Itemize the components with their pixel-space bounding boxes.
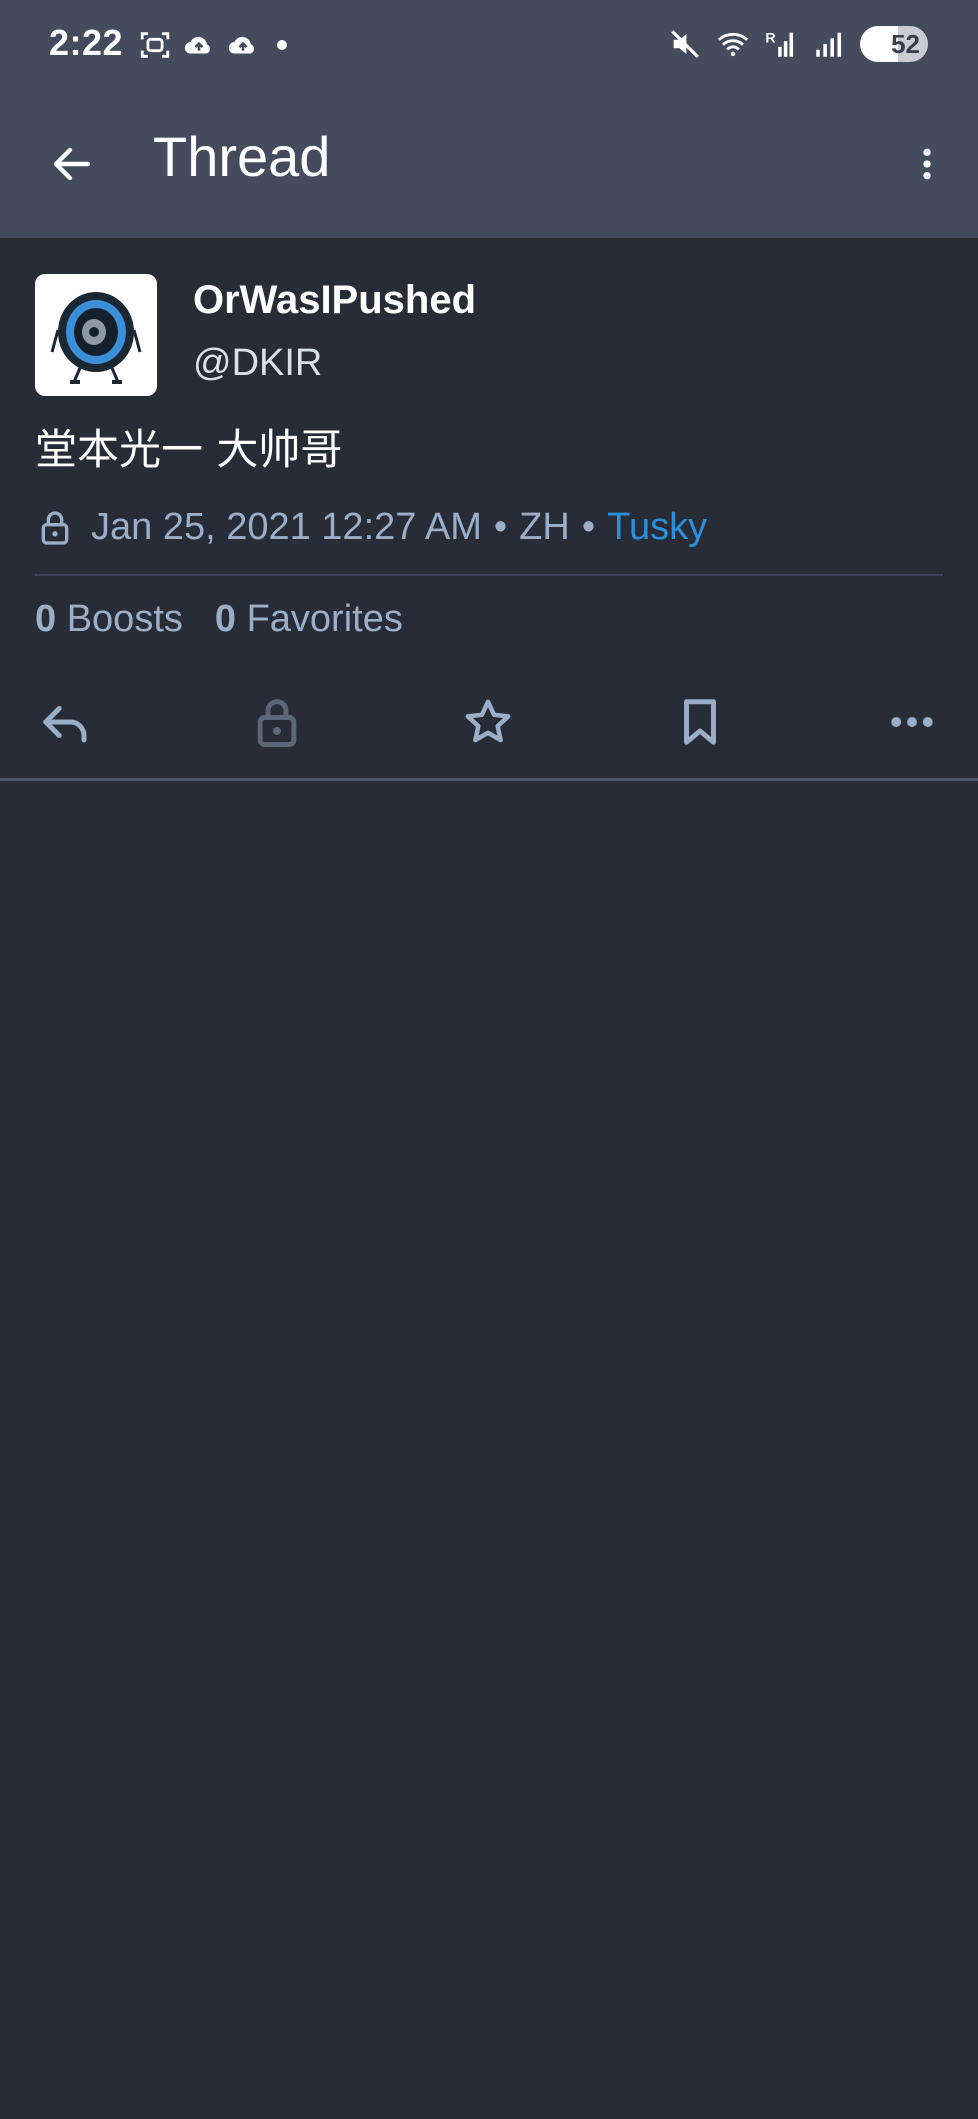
svg-text:R: R	[765, 31, 775, 47]
bookmark-button[interactable]	[668, 690, 732, 754]
battery-indicator: 52	[860, 26, 928, 62]
bookmark-icon	[684, 699, 716, 745]
more-actions-button[interactable]	[880, 690, 944, 754]
username[interactable]: @DKIR	[193, 342, 322, 385]
mute-icon	[671, 30, 699, 58]
status-right-icons: R 52	[668, 26, 928, 62]
boosts-number: 0	[35, 598, 57, 640]
arrow-left-icon	[53, 147, 91, 181]
favorite-button[interactable]	[456, 690, 520, 754]
reply-button[interactable]	[34, 690, 98, 754]
star-icon	[465, 699, 511, 743]
more-vert-icon	[923, 148, 931, 180]
more-horiz-icon	[891, 717, 933, 727]
favorites-number: 0	[214, 598, 237, 640]
application-link[interactable]: Tusky	[607, 506, 707, 549]
wifi-icon	[717, 32, 749, 57]
cloud-upload-icon	[228, 36, 254, 54]
status-counts: 0 Boosts 0 Favorites	[35, 598, 403, 641]
status-detail: OrWasIPushed @DKIR 堂本光一 大帅哥 Jan 25, 2021…	[0, 238, 978, 780]
cloud-upload-icon	[184, 36, 210, 54]
boost-button-disabled[interactable]	[245, 690, 309, 754]
lock-icon	[41, 510, 69, 545]
avatar-image	[50, 292, 142, 384]
divider	[35, 574, 943, 576]
status-time: 2:22	[49, 22, 124, 63]
battery-level: 52	[891, 28, 920, 59]
meta-separator: •	[493, 506, 508, 548]
avatar[interactable]	[35, 274, 157, 396]
back-button[interactable]	[40, 132, 104, 196]
boosts-count[interactable]: 0 Boosts	[35, 598, 183, 641]
status-actions	[0, 678, 978, 778]
system-status-bar: 2:22 R 52	[0, 0, 978, 92]
screenshot-icon	[140, 32, 170, 58]
page-title: Thread	[153, 125, 331, 188]
top-bar: 2:22 R 52 Thread	[0, 0, 978, 238]
signal-r-icon: R	[765, 31, 794, 57]
favorites-count[interactable]: 0 Favorites	[215, 598, 403, 641]
status-left-icons	[138, 28, 294, 62]
favorites-label: Favorites	[246, 598, 403, 640]
status-timestamp: Jan 25, 2021 12:27 AM	[91, 506, 482, 548]
lock-icon	[257, 699, 297, 747]
app-bar: Thread	[0, 92, 978, 238]
thread-divider	[0, 778, 978, 781]
display-name[interactable]: OrWasIPushed	[193, 278, 476, 323]
status-language: ZH	[519, 506, 570, 548]
status-meta: Jan 25, 2021 12:27 AM • ZH • Tusky	[35, 506, 707, 549]
dot-icon	[277, 40, 287, 50]
meta-separator: •	[581, 506, 596, 548]
signal-icon	[816, 32, 842, 57]
overflow-menu-button[interactable]	[902, 132, 952, 196]
reply-icon	[43, 706, 87, 743]
status-content: 堂本光一 大帅哥	[35, 425, 343, 474]
boosts-label: Boosts	[66, 598, 183, 640]
